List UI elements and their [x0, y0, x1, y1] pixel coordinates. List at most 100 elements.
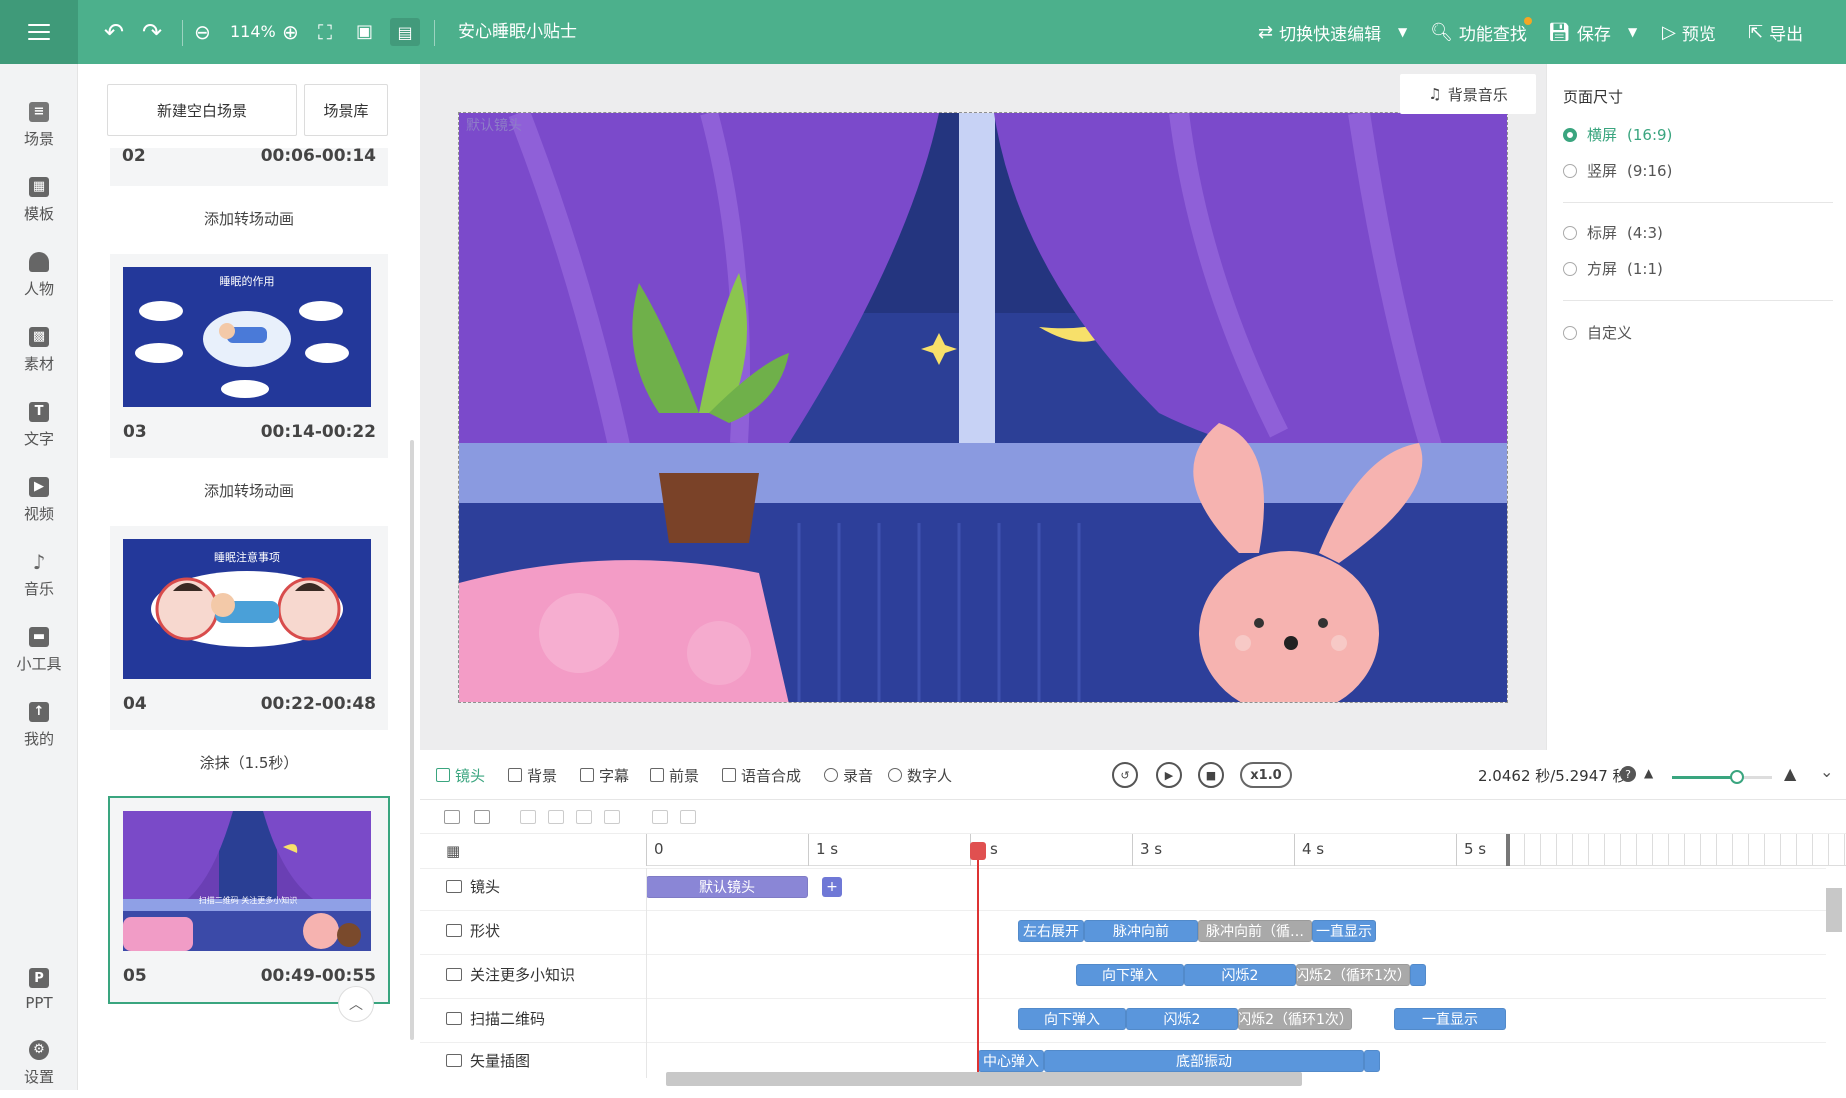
align-left-icon[interactable] — [520, 810, 536, 824]
switch-quick-edit-button[interactable]: ⇄ 切换快速编辑 — [1258, 0, 1381, 64]
help-icon[interactable]: ? — [1620, 766, 1636, 782]
nav-scene[interactable]: ≡ 场景 — [0, 90, 78, 160]
stop-icon[interactable]: ■ — [1198, 762, 1224, 788]
nav-text[interactable]: T 文字 — [0, 390, 78, 460]
playhead-handle[interactable] — [970, 842, 986, 860]
clip-end-handle[interactable] — [1410, 964, 1426, 986]
filter-icon[interactable] — [444, 810, 460, 824]
clip[interactable]: 一直显示 — [1312, 920, 1376, 942]
track-label[interactable]: 矢量插图 — [446, 1050, 530, 1071]
tab-record[interactable]: 录音 — [824, 750, 873, 800]
clip[interactable]: 向下弹入 — [1076, 964, 1184, 986]
project-title[interactable]: 安心睡眠小贴士 — [458, 0, 577, 64]
undo-icon[interactable]: ↶ — [104, 0, 124, 64]
clip[interactable]: 左右展开 — [1018, 920, 1084, 942]
new-blank-scene-button[interactable]: 新建空白场景 — [107, 84, 297, 136]
clip[interactable]: 闪烁2（循环1次） — [1238, 1008, 1352, 1030]
collapse-timeline-icon[interactable]: ⌄ — [1820, 762, 1833, 781]
distribute-icon[interactable] — [604, 810, 620, 824]
nav-toolbox[interactable]: ▬ 小工具 — [0, 615, 78, 685]
export-button[interactable]: ⇱ 导出 — [1748, 0, 1803, 64]
radio-square[interactable]: 方屏 (1:1) — [1563, 258, 1663, 279]
add-lens-button[interactable]: + — [822, 877, 842, 897]
clip[interactable]: 闪烁2（循环1次） — [1296, 964, 1410, 986]
nav-person[interactable]: 人物 — [0, 240, 78, 310]
clip[interactable]: 向下弹入 — [1018, 1008, 1126, 1030]
zoom-out-mountain-icon[interactable]: ▲ — [1644, 766, 1653, 780]
clip[interactable]: 闪烁2 — [1184, 964, 1296, 986]
ruler-tick — [646, 834, 647, 866]
scene-card-selected[interactable]: 扫描二维码 关注更多小知识 05 00:49-00:55 — [108, 796, 390, 1004]
collapse-up-icon[interactable]: ︿ — [338, 986, 374, 1022]
radio-landscape[interactable]: 横屏 (16:9) — [1563, 124, 1672, 145]
scene-card[interactable]: 睡眠的作用 03 00:14-00:22 — [110, 254, 388, 458]
radio-custom[interactable]: 自定义 — [1563, 322, 1632, 343]
ungroup-icon[interactable] — [680, 810, 696, 824]
track-label[interactable]: 关注更多小知识 — [446, 964, 575, 985]
nav-my[interactable]: ↑ 我的 — [0, 690, 78, 760]
radio-standard[interactable]: 标屏 (4:3) — [1563, 222, 1663, 243]
zoom-in-icon[interactable]: ⊕ — [282, 0, 299, 64]
tab-background[interactable]: 背景 — [508, 750, 557, 800]
ruler-tick — [808, 834, 809, 866]
tab-lens[interactable]: 镜头 — [436, 750, 485, 800]
fit-icon[interactable]: ▣ — [356, 0, 373, 64]
scene-card[interactable]: 睡眠注意事项 04 00:22-00:48 — [110, 526, 388, 730]
track-label[interactable]: 镜头 — [446, 876, 500, 897]
nav-settings[interactable]: ⚙ 设置 — [0, 1028, 78, 1098]
track-label[interactable]: 形状 — [446, 920, 500, 941]
chevron-down-icon[interactable]: ▼ — [1398, 0, 1407, 64]
zoom-out-icon[interactable]: ⊖ — [194, 0, 211, 64]
scene-card-partial[interactable]: 02 00:06-00:14 — [110, 148, 388, 186]
scene-panel-scrollbar[interactable] — [410, 440, 414, 1040]
nav-music[interactable]: ♪ 音乐 — [0, 540, 78, 610]
stage-canvas[interactable] — [458, 112, 1508, 703]
align-icon[interactable] — [474, 810, 490, 824]
timeline-zoom-knob[interactable] — [1730, 770, 1744, 784]
clip[interactable]: 闪烁2 — [1126, 1008, 1238, 1030]
nav-template[interactable]: ▦ 模板 — [0, 165, 78, 235]
redo-icon[interactable]: ↷ — [142, 0, 162, 64]
transition-wipe-link[interactable]: 涂抹（1.5秒） — [110, 752, 388, 773]
preview-button[interactable]: ▷ 预览 — [1662, 0, 1716, 64]
timeline-horizontal-scrollbar[interactable] — [666, 1072, 1302, 1086]
feature-search-button[interactable]: 🔍︎ 功能查找 — [1430, 0, 1527, 64]
clip[interactable]: 脉冲向前（循… — [1198, 920, 1312, 942]
fullscreen-icon[interactable]: ⛶ — [318, 0, 332, 64]
add-transition-link[interactable]: 添加转场动画 — [110, 208, 388, 229]
tab-digital-human[interactable]: 数字人 — [888, 750, 952, 800]
clip[interactable]: 底部振动 — [1044, 1050, 1364, 1072]
radio-portrait[interactable]: 竖屏 (9:16) — [1563, 160, 1672, 181]
nav-material[interactable]: ▩ 素材 — [0, 315, 78, 385]
clip[interactable]: 脉冲向前 — [1084, 920, 1198, 942]
save-dropdown-icon[interactable]: ▼ — [1628, 0, 1637, 64]
scene-library-button[interactable]: 场景库 — [304, 84, 388, 136]
save-button[interactable]: 💾︎ 保存 — [1548, 0, 1611, 64]
time-ruler[interactable]: 0 1 s s 3 s 4 s 5 s — [646, 834, 1846, 866]
clip[interactable]: 一直显示 — [1394, 1008, 1506, 1030]
track-label[interactable]: 扫描二维码 — [446, 1008, 545, 1029]
scene-time: 00:22-00:48 — [260, 694, 376, 714]
align-center-icon[interactable] — [548, 810, 564, 824]
background-music-button[interactable]: ♫ 背景音乐 — [1400, 74, 1536, 114]
clip[interactable]: 默认镜头 — [646, 876, 808, 898]
clip-end-handle[interactable] — [1364, 1050, 1380, 1072]
menu-button[interactable] — [0, 0, 78, 64]
clip[interactable]: 中心弹入 — [978, 1050, 1044, 1072]
tab-subtitle[interactable]: 字幕 — [580, 750, 629, 800]
nav-ppt[interactable]: P PPT — [0, 955, 78, 1025]
play-icon[interactable]: ▶ — [1156, 762, 1182, 788]
group-icon[interactable] — [652, 810, 668, 824]
tab-foreground[interactable]: 前景 — [650, 750, 699, 800]
subtitle-panel-icon[interactable]: ▤ — [390, 18, 420, 46]
tab-tts[interactable]: 语音合成 — [722, 750, 801, 800]
zoom-in-mountain-icon[interactable]: ▲ — [1784, 764, 1796, 783]
add-transition-link[interactable]: 添加转场动画 — [110, 480, 388, 501]
timeline-vertical-scrollbar[interactable] — [1826, 888, 1842, 932]
nav-video[interactable]: ▶ 视频 — [0, 465, 78, 535]
layers-icon[interactable]: ▦ — [446, 842, 460, 860]
playback-speed[interactable]: x1.0 — [1240, 762, 1292, 788]
playhead[interactable] — [977, 842, 979, 1078]
align-right-icon[interactable] — [576, 810, 592, 824]
replay-icon[interactable]: ↺ — [1112, 762, 1138, 788]
